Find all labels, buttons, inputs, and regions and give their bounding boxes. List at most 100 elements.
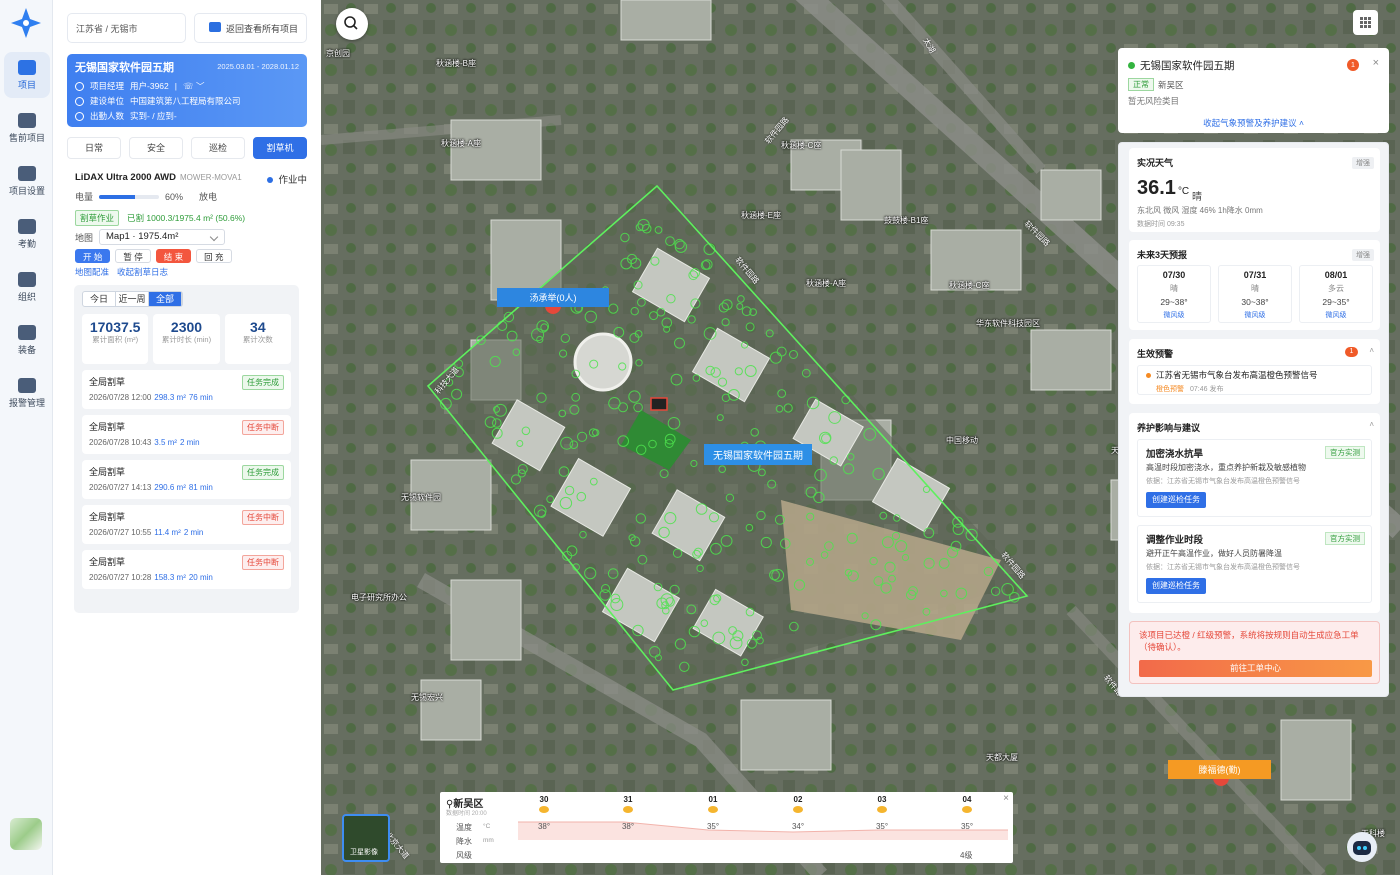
project-title: 无锡国家软件园五期 (1128, 58, 1235, 73)
close-icon[interactable]: × (1003, 793, 1009, 804)
phone-icon[interactable]: ☏ ﹀ (183, 80, 205, 92)
person-callout[interactable]: 滕福德(勤) (1168, 760, 1271, 779)
task-status-badge: 任务完成 (242, 375, 284, 390)
chevron-up-icon[interactable]: ˄ (1369, 346, 1374, 355)
project-summary-card: 无锡国家软件园五期 1 × 正常 新吴区 暂无风险类目 收起气象预警及养护建议 … (1118, 48, 1389, 133)
advice-item: 加密浇水抗旱 官方实测 高温时段加密浇水，重点养护新栽及敏感植物 依据：江苏省无… (1137, 439, 1372, 517)
person-callout[interactable]: 汤承举(0人) (497, 288, 609, 307)
weather-temp: 34° (791, 822, 805, 831)
map-label[interactable]: 秋涵楼-A座 (441, 138, 481, 149)
tab-safety[interactable]: 安全 (129, 137, 183, 159)
weather-day: 04 (947, 795, 987, 813)
forecast-day: 08/01 多云 29~35° 微风级 (1299, 265, 1373, 323)
layer-switch[interactable]: 卫星影像 (342, 814, 390, 862)
assistant-robot-icon[interactable] (1347, 832, 1377, 862)
map-label[interactable]: 电子研究所办公 (351, 592, 407, 603)
warning-count-badge: 1 (1345, 347, 1358, 357)
map-label[interactable]: 秋涵楼-C座 (781, 140, 821, 151)
user-icon (75, 81, 84, 91)
pause-button[interactable]: 暂 停 (115, 249, 151, 263)
map-label[interactable]: 秋涵楼-B座 (436, 58, 476, 69)
battery-row: 电量 60% 放电 (75, 191, 218, 203)
task-item[interactable]: 全局割草 2026/07/27 14:13 290.6 m² 81 min 任务完成 (82, 460, 291, 499)
sun-icon (962, 806, 972, 813)
map-label[interactable]: 无锡软件园 (401, 492, 441, 503)
weather-temp: 38° (621, 822, 635, 831)
apps-grid-button[interactable] (1353, 10, 1378, 35)
map-row: 地图 Map1 · 1975.4m² (75, 229, 226, 245)
alarm-icon (18, 377, 36, 393)
app-logo[interactable] (9, 6, 43, 40)
map-label[interactable]: 天都大厦 (986, 752, 1018, 763)
map-label[interactable]: 中国移动 (946, 435, 978, 446)
create-inspection-button[interactable]: 创建巡检任务 (1146, 492, 1206, 508)
map-select[interactable]: Map1 · 1975.4m² (99, 229, 226, 245)
nav-item-org[interactable]: 组织 (4, 264, 50, 310)
project-card[interactable]: 无锡国家软件园五期 2025.03.01 - 2028.01.12 项目经理 用户… (67, 54, 307, 127)
user-avatar[interactable] (10, 818, 42, 850)
map-label[interactable]: 无锡宏兴 (411, 692, 443, 703)
sun-icon (708, 806, 718, 813)
map-label[interactable]: 华东软件科技园区 (976, 318, 1040, 329)
weather-day: 01 (693, 795, 733, 813)
building-icon (75, 96, 84, 106)
tab-mower[interactable]: 割草机 (253, 137, 307, 159)
folder-icon (209, 22, 221, 32)
sun-icon (539, 806, 549, 813)
toolbox-icon (18, 324, 36, 340)
weather-day: 02 (778, 795, 818, 813)
task-item[interactable]: 全局割草 2026/07/27 10:55 11.4 m² 2 min 任务中断 (82, 505, 291, 544)
work-order-center-button[interactable]: 前往工单中心 (1139, 660, 1372, 677)
tab-inspection[interactable]: 巡检 (191, 137, 245, 159)
chevron-up-icon[interactable]: ˄ (1369, 420, 1374, 429)
folder-icon (18, 59, 36, 75)
nav-item-settings[interactable]: 项目设置 (4, 158, 50, 204)
total-area: 17037.5 累计面积 (m²) (82, 314, 149, 364)
task-item[interactable]: 全局割草 2026/07/27 10:28 158.3 m² 20 min 任务中断 (82, 550, 291, 589)
recharge-button[interactable]: 回 充 (196, 249, 232, 263)
nav-item-attendance[interactable]: 考勤 (4, 211, 50, 257)
task-list: 全局割草 2026/07/28 12:00 298.3 m² 76 min 任务完成 全局… (82, 370, 291, 589)
device-model: MOWER-MOVA1 (180, 173, 242, 182)
device-links: 地图配准 收起割草日志 (75, 266, 168, 278)
nav-item-equipment[interactable]: 装备 (4, 317, 50, 363)
mower-marker[interactable] (650, 397, 668, 411)
warning-item[interactable]: 江苏省无锡市气象台发布高温橙色预警信号 橙色预警 07:46 发布 (1137, 365, 1372, 395)
nav-item-presale[interactable]: 售前项目 (4, 105, 50, 151)
map-label[interactable]: 秋涵楼-E座 (741, 210, 781, 221)
forecast-day: 07/30 晴 29~38° 微风级 (1137, 265, 1211, 323)
map-label[interactable]: 秋涵楼-A座 (806, 278, 846, 289)
range-toggle: 今日 近一周 全部 (82, 291, 183, 307)
range-today[interactable]: 今日 (83, 292, 116, 306)
weather-temp: 38° (537, 822, 551, 831)
mower-controls: 开 始 暂 停 结 束 回 充 (75, 249, 232, 263)
weather-day: 30 (524, 795, 564, 813)
location-selector[interactable]: 江苏省 / 无锡市 (67, 13, 186, 43)
weather-strip: ⚲新吴区 数据时间 20:00 温度 降水 风级 °C mm 30 38° 31 38… (440, 792, 1013, 863)
map-label[interactable]: 京创园 (326, 48, 350, 59)
weather-temp: 35° (706, 822, 720, 831)
alert-count-badge[interactable]: 1 (1347, 59, 1359, 71)
nav-item-alarm[interactable]: 报警管理 (4, 370, 50, 416)
range-all[interactable]: 全部 (149, 292, 182, 306)
grid-icon (1360, 17, 1371, 28)
map-label[interactable]: 鼓鼓楼-B1座 (884, 215, 928, 226)
map-calibrate-link[interactable]: 地图配准 (75, 266, 109, 278)
tab-daily[interactable]: 日常 (67, 137, 121, 159)
panel-tabs: 日常 安全 巡检 割草机 (67, 137, 307, 159)
create-inspection-button[interactable]: 创建巡检任务 (1146, 578, 1206, 594)
close-icon[interactable]: × (1373, 57, 1379, 69)
collapse-weather-link[interactable]: 收起气象预警及养护建议 ˄ (1118, 117, 1389, 129)
back-to-projects-button[interactable]: 返回查看所有项目 (194, 13, 307, 43)
range-week[interactable]: 近一周 (116, 292, 149, 306)
start-button[interactable]: 开 始 (75, 249, 111, 263)
task-item[interactable]: 全局割草 2026/07/28 12:00 298.3 m² 76 min 任务完成 (82, 370, 291, 409)
collapse-log-link[interactable]: 收起割草日志 (117, 266, 168, 278)
mowed-area: 已割 1000.3/1975.4 m² (50.6%) (127, 213, 246, 223)
map-search-button[interactable] (336, 8, 368, 40)
task-item[interactable]: 全局割草 2026/07/28 10:43 3.5 m² 2 min 任务中断 (82, 415, 291, 454)
project-callout[interactable]: 无锡国家软件园五期 (704, 444, 812, 465)
nav-item-project[interactable]: 项目 (4, 52, 50, 98)
map-label[interactable]: 秋涵楼-C座 (949, 280, 989, 291)
stop-button[interactable]: 结 束 (155, 249, 192, 263)
